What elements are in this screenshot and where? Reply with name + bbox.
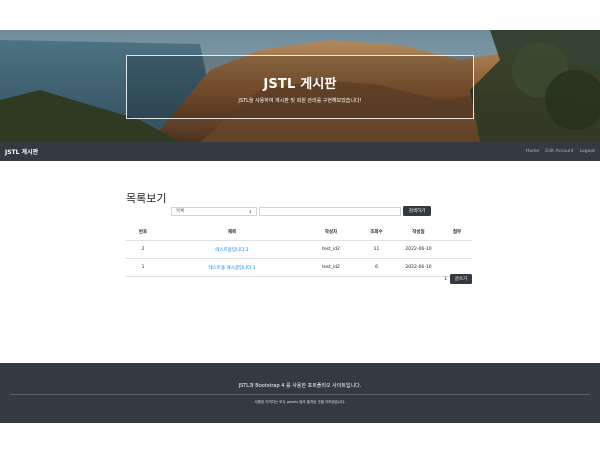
top-spacer [0, 0, 600, 30]
hero-subtitle: JSTL을 사용하여 게시판 및 회원 관리를 구현해보았습니다! [238, 98, 362, 104]
search-bar: 목록 ⇕ 검색하기 [171, 206, 431, 216]
row-title-cell: 테스트용 게시글입니다 1 [160, 258, 304, 277]
pagination: 1 글쓰기 [444, 274, 472, 284]
board-list-section: 목록보기 목록 ⇕ 검색하기 번호 제목 작성자 조회수 작성일 첨부 2 테스… [126, 190, 472, 284]
table-row: 1 테스트용 게시글입니다 1 test_id2 6 2022-06-10 [126, 258, 472, 277]
table-header-row: 번호 제목 작성자 조회수 작성일 첨부 [126, 224, 472, 241]
row-author: test_id2 [304, 258, 358, 277]
row-views: 11 [358, 240, 395, 259]
write-post-button[interactable]: 글쓰기 [450, 274, 472, 284]
search-button[interactable]: 검색하기 [403, 206, 431, 216]
post-title-link[interactable]: 테스트용 게시글입니다 1 [208, 266, 255, 271]
post-table: 번호 제목 작성자 조회수 작성일 첨부 2 테스트용입니다 2 test_id… [126, 224, 472, 277]
table-row: 2 테스트용입니다 2 test_id2 11 2022-06-10 [126, 240, 472, 259]
hero-title: JSTL 게시판 [263, 77, 337, 92]
footer-sub-text: 사용된 이미지는 모두 pexels 등의 출처된 곳을 이하였습니다. [254, 400, 346, 404]
nav-link-edit-account[interactable]: Edit Account [545, 149, 573, 154]
row-number: 2 [126, 240, 160, 259]
column-header-views: 조회수 [358, 224, 395, 241]
site-footer: JSTL과 Bootstrap 4 를 사용한 포트폴리오 사이트입니다. 사용… [0, 363, 600, 423]
row-date: 2022-06-10 [395, 258, 442, 277]
search-input[interactable] [259, 206, 401, 216]
navbar-links: Home Edit Account Logout [526, 149, 595, 154]
row-attachment [442, 240, 472, 259]
hero-caption-box: JSTL 게시판 JSTL을 사용하여 게시판 및 회원 관리를 구현해보았습니… [126, 55, 474, 119]
row-date: 2022-06-10 [395, 240, 442, 259]
row-number: 1 [126, 258, 160, 277]
footer-divider [10, 394, 590, 395]
column-header-date: 작성일 [395, 224, 442, 241]
column-header-attachment: 첨부 [442, 224, 472, 241]
hero-banner: JSTL 게시판 JSTL을 사용하여 게시판 및 회원 관리를 구현해보았습니… [0, 30, 600, 142]
footer-main-text: JSTL과 Bootstrap 4 를 사용한 포트폴리오 사이트입니다. [238, 383, 362, 389]
chevron-updown-icon: ⇕ [248, 208, 252, 214]
search-type-select[interactable]: 목록 ⇕ [171, 206, 257, 216]
post-title-link[interactable]: 테스트용입니다 2 [215, 248, 248, 253]
navbar-brand[interactable]: JSTL 게시판 [5, 147, 38, 156]
nav-link-home[interactable]: Home [526, 149, 539, 154]
page-number-current[interactable]: 1 [444, 277, 447, 282]
column-header-number: 번호 [126, 224, 160, 241]
row-author: test_id2 [304, 240, 358, 259]
nav-link-logout[interactable]: Logout [580, 149, 595, 154]
column-header-author: 작성자 [304, 224, 358, 241]
column-header-title: 제목 [160, 224, 304, 241]
row-views: 6 [358, 258, 395, 277]
row-title-cell: 테스트용입니다 2 [160, 240, 304, 259]
main-navbar: JSTL 게시판 Home Edit Account Logout [0, 142, 600, 161]
page-title: 목록보기 [126, 192, 167, 205]
search-type-selected: 목록 [176, 209, 185, 214]
